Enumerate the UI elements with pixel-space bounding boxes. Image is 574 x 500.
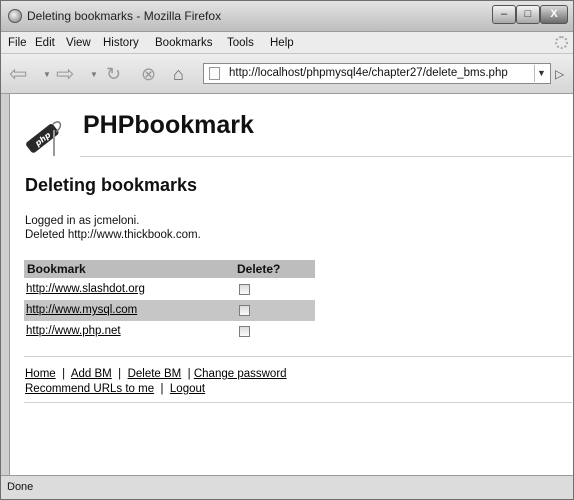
- column-header-bookmark: Bookmark: [27, 262, 86, 276]
- status-bar: Done ⋰: [1, 475, 573, 499]
- url-text[interactable]: http://localhost/phpmysql4e/chapter27/de…: [229, 67, 508, 79]
- recommend-urls-link[interactable]: Recommend URLs to me: [25, 383, 154, 395]
- column-header-delete: Delete?: [237, 262, 281, 276]
- delete-bookmark-link[interactable]: Delete BM: [128, 368, 182, 380]
- navigation-toolbar: ⇦ ▼ ⇨ ▼ ↻ ⊗ ⌂ http://localhost/phpmysql4…: [1, 54, 573, 94]
- link-separator: |: [157, 383, 167, 395]
- browser-window: Deleting bookmarks - Mozilla Firefox – □…: [0, 0, 574, 500]
- address-bar[interactable]: http://localhost/phpmysql4e/chapter27/de…: [203, 63, 551, 84]
- deleted-message: Deleted http://www.thickbook.com.: [25, 229, 201, 241]
- menu-view[interactable]: View: [66, 37, 91, 49]
- menu-edit[interactable]: Edit: [35, 37, 55, 49]
- delete-checkbox[interactable]: [239, 284, 250, 295]
- delete-checkbox[interactable]: [239, 305, 250, 316]
- menu-bar: File Edit View History Bookmarks Tools H…: [1, 32, 573, 54]
- forward-history-dropdown[interactable]: ▼: [90, 70, 98, 79]
- home-icon[interactable]: ⌂: [173, 64, 184, 85]
- change-password-link[interactable]: Change password: [194, 368, 287, 380]
- close-button[interactable]: X: [540, 5, 568, 24]
- bookmark-link[interactable]: http://www.php.net: [26, 325, 121, 337]
- footer-nav-line-1: Home | Add BM | Delete BM | Change passw…: [25, 368, 287, 380]
- link-separator: |: [184, 368, 191, 380]
- address-dropdown-button[interactable]: ▼: [537, 68, 546, 78]
- footer-divider-top: [24, 356, 572, 357]
- title-bar: Deleting bookmarks - Mozilla Firefox – □…: [1, 1, 573, 32]
- table-row: http://www.mysql.com: [24, 300, 315, 321]
- address-divider: [534, 65, 535, 82]
- logged-in-text: Logged in as jcmeloni.: [25, 215, 140, 227]
- minimize-button[interactable]: –: [492, 5, 516, 24]
- forward-arrow-icon[interactable]: ⇨: [56, 61, 74, 87]
- page-icon: [209, 67, 220, 80]
- table-row: http://www.php.net: [24, 321, 315, 342]
- add-bookmark-link[interactable]: Add BM: [71, 368, 112, 380]
- php-luggage-tag-logo: php: [26, 121, 62, 156]
- site-brand: PHPbookmark: [83, 111, 254, 139]
- table-row: http://www.slashdot.org: [24, 279, 315, 300]
- link-separator: |: [58, 368, 69, 380]
- menu-file[interactable]: File: [8, 37, 27, 49]
- link-separator: |: [114, 368, 125, 380]
- window-title: Deleting bookmarks - Mozilla Firefox: [27, 9, 222, 23]
- reload-icon[interactable]: ↻: [106, 64, 121, 85]
- footer-nav-line-2: Recommend URLs to me | Logout: [25, 383, 205, 395]
- header-divider: [80, 156, 572, 157]
- menu-tools[interactable]: Tools: [227, 37, 254, 49]
- bookmark-link[interactable]: http://www.slashdot.org: [26, 283, 145, 295]
- resize-grip-icon[interactable]: ⋰: [7, 481, 570, 496]
- logout-link[interactable]: Logout: [170, 383, 205, 395]
- delete-checkbox[interactable]: [239, 326, 250, 337]
- maximize-button[interactable]: □: [516, 5, 540, 24]
- bookmark-link[interactable]: http://www.mysql.com: [26, 304, 137, 316]
- back-history-dropdown[interactable]: ▼: [43, 70, 51, 79]
- stop-icon[interactable]: ⊗: [141, 64, 156, 85]
- table-header: Bookmark Delete?: [24, 260, 315, 278]
- activity-throbber-icon: [555, 36, 568, 49]
- back-arrow-icon[interactable]: ⇦: [9, 61, 27, 87]
- go-arrow-icon[interactable]: ▷: [555, 67, 564, 81]
- firefox-icon: [8, 9, 22, 23]
- page-title: Deleting bookmarks: [25, 175, 198, 195]
- menu-help[interactable]: Help: [270, 37, 294, 49]
- page-content: php PHPbookmark Deleting bookmarks Logge…: [9, 94, 573, 475]
- menu-bookmarks[interactable]: Bookmarks: [155, 37, 213, 49]
- home-link[interactable]: Home: [25, 368, 56, 380]
- menu-history[interactable]: History: [103, 37, 139, 49]
- footer-divider-bottom: [24, 402, 572, 403]
